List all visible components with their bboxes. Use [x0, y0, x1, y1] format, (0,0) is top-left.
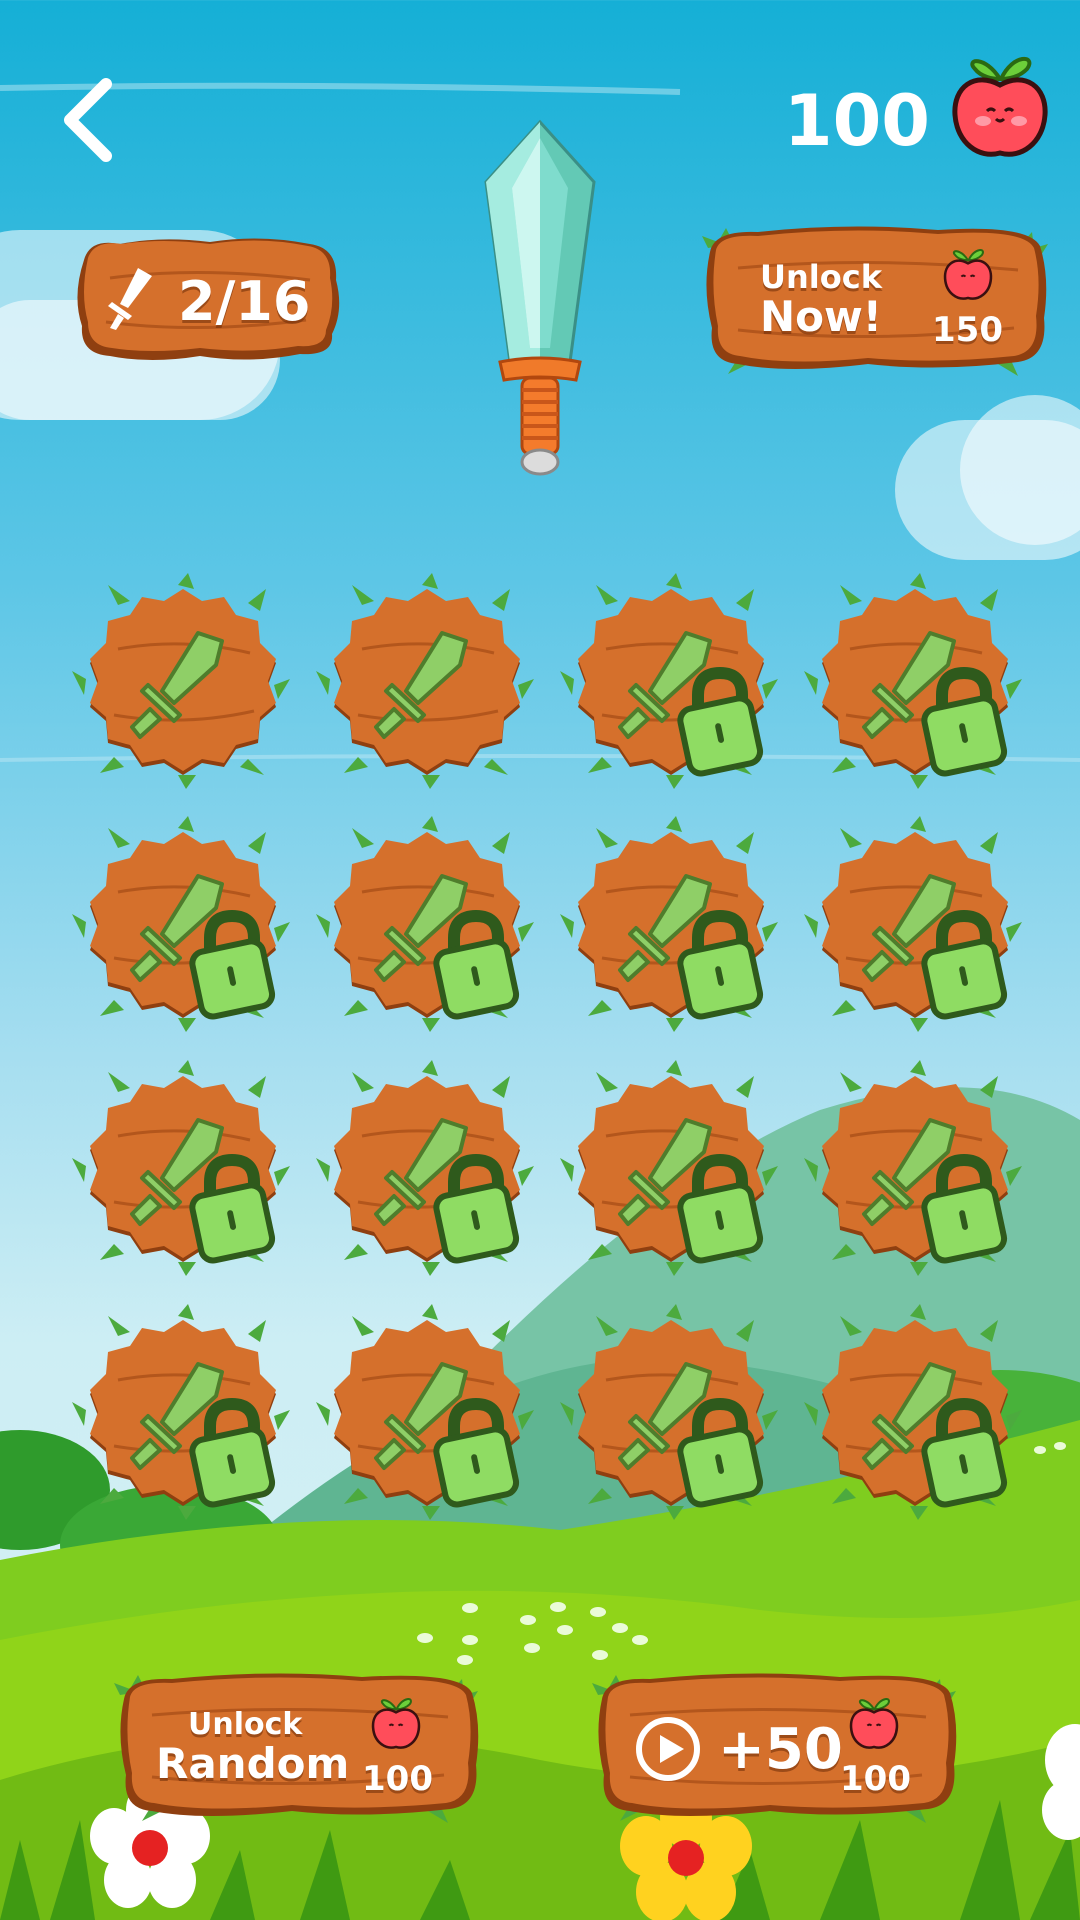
sword-tile[interactable] [804, 573, 1022, 789]
sword-tile[interactable] [316, 1304, 534, 1520]
sword-tile[interactable] [72, 573, 290, 789]
unlock-random-cost: 100 [362, 1759, 433, 1799]
sword-tile[interactable] [804, 816, 1022, 1032]
crystal-sword-icon [484, 119, 596, 476]
watch-ad-reward: +50 [718, 1717, 843, 1782]
unlock-random-button[interactable]: Unlock Random 100 [112, 1665, 482, 1825]
unlock-now-button[interactable]: Unlock Now! 150 [698, 218, 1050, 378]
sword-tile[interactable] [316, 816, 534, 1032]
play-icon [636, 1717, 700, 1781]
unlock-random-line1: Unlock [188, 1707, 303, 1742]
back-button[interactable] [50, 70, 130, 170]
sword-icon [108, 268, 152, 330]
sword-tile[interactable] [72, 1304, 290, 1520]
apple-counter: 100 [780, 40, 1060, 170]
unlock-now-line1: Unlock [760, 258, 882, 296]
sword-tile[interactable] [560, 573, 778, 789]
unlock-now-cost: 150 [932, 310, 1003, 350]
progress-badge: 2/16 [70, 230, 345, 370]
sword-tile[interactable] [560, 816, 778, 1032]
sword-tile[interactable] [316, 573, 534, 789]
unlock-now-line2: Now! [760, 292, 882, 341]
apple-count: 100 [783, 80, 930, 162]
unlock-random-line2: Random [156, 1739, 350, 1788]
sword-tile[interactable] [804, 1060, 1022, 1276]
sword-tile[interactable] [316, 1060, 534, 1276]
apple-icon [943, 249, 993, 300]
apple-icon [371, 1698, 421, 1749]
apple-icon [849, 1698, 899, 1749]
sword-tile[interactable] [72, 816, 290, 1032]
sword-tile[interactable] [560, 1304, 778, 1520]
sword-tile[interactable] [72, 1060, 290, 1276]
watch-ad-cost: 100 [840, 1759, 911, 1799]
sword-tile[interactable] [804, 1304, 1022, 1520]
watch-ad-button[interactable]: +50 100 [590, 1665, 960, 1825]
apple-icon [952, 56, 1048, 157]
progress-label: 2/16 [178, 270, 311, 333]
chevron-left-icon [64, 78, 112, 162]
sword-tile[interactable] [560, 1060, 778, 1276]
